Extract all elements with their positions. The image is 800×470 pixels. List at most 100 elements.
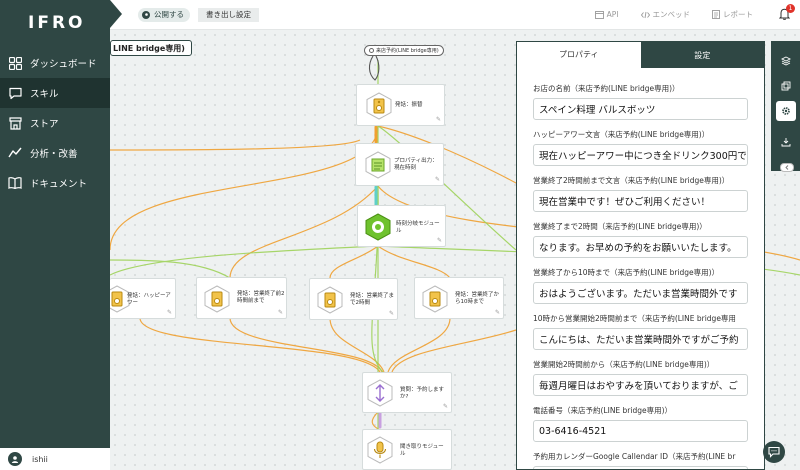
field-calendar-id: 予約用カレンダーGoogle Callendar ID（来店予約(LINE br — [533, 451, 748, 469]
property-output-icon — [365, 151, 391, 179]
calendar-id-input[interactable] — [533, 466, 748, 469]
flow-node-speech[interactable]: 発話：振替 ✎ — [356, 84, 445, 126]
copy-button[interactable] — [776, 76, 796, 96]
node-label: 発話：ハッピーアワー — [127, 293, 171, 306]
speaker-icon — [366, 92, 392, 120]
edit-icon[interactable]: ✎ — [278, 309, 283, 316]
node-label: 聞き取りモジュール — [400, 444, 444, 457]
flow-node-property-output[interactable]: プロパティ出力：現在時刻 ✎ — [355, 143, 444, 186]
sidebar-item-label: ダッシュボード — [30, 59, 97, 70]
copy-icon — [781, 81, 790, 91]
sidebar-item-store[interactable]: ストア — [0, 108, 110, 138]
field-10-to-2h-before-open: 10時から営業開始2時間前まで（来店予約(LINE bridge専用 こんにちは… — [533, 313, 748, 350]
edit-icon[interactable]: ✎ — [436, 116, 441, 123]
field-label: 電話番号（来店予約(LINE bridge専用)） — [533, 406, 673, 415]
phone-input[interactable]: 03-6416-4521 — [533, 420, 748, 442]
sidebar-item-label: 分析・改善 — [30, 149, 78, 160]
flow-node-time-branch[interactable]: 時刻分岐モジュール ✎ — [357, 205, 446, 247]
question-icon — [367, 379, 393, 407]
10-to-2h-before-open-input[interactable]: こんにちは、ただいま営業時間外ですがご予約 — [533, 328, 748, 350]
sidebar-item-dashboard[interactable]: ダッシュボード — [0, 48, 110, 78]
field-after-close-to-10: 営業終了から10時まで（来店予約(LINE bridge専用)） おはようござい… — [533, 267, 748, 304]
tab-settings[interactable]: 設定 — [640, 42, 764, 68]
publish-toggle[interactable]: 公開する — [138, 7, 190, 22]
settings-button[interactable] — [775, 101, 796, 121]
speaker-icon — [204, 285, 230, 313]
sidebar-item-label: ドキュメント — [30, 179, 88, 190]
happy-hour-input[interactable]: 現在ハッピーアワー中につき全ドリンク300円で — [533, 144, 748, 166]
report-label: レポート — [723, 10, 753, 19]
tab-properties[interactable]: プロパティ — [517, 42, 641, 68]
field-label: 営業終了まで2時間（来店予約(LINE bridge専用)） — [533, 222, 707, 231]
sidebar-nav: ダッシュボード スキル ストア 分析・改善 ドキュメント — [0, 48, 110, 198]
sidebar-item-skill[interactable]: スキル — [0, 78, 110, 108]
node-label: プロパティ出力：現在時刻 — [394, 158, 438, 171]
speaker-icon — [317, 286, 343, 314]
node-label: 質問：予約しますか? — [400, 387, 445, 400]
node-label: 発話：営業終了から10時まで — [455, 292, 500, 305]
notification-button[interactable]: 1 — [778, 3, 795, 22]
sidebar-item-analytics[interactable]: 分析・改善 — [0, 138, 110, 168]
embed-label: エンベッド — [652, 10, 691, 19]
field-label: 予約用カレンダーGoogle Callendar ID（来店予約(LINE br — [533, 452, 736, 461]
user-name: ishii — [32, 454, 48, 464]
flow-node-question[interactable]: 質問：予約しますか? ✎ — [362, 372, 452, 413]
flow-node-speech[interactable]: 発話：営業終了前2時間前まで ✎ — [196, 277, 287, 319]
field-label: お店の名前（来店予約(LINE bridge専用)） — [533, 84, 680, 93]
report-icon — [712, 10, 720, 19]
api-link[interactable]: API — [594, 10, 619, 19]
chat-icon — [768, 446, 780, 458]
speaker-icon — [422, 285, 448, 313]
start-node[interactable]: 来店予約(LINE bridge専用) — [364, 45, 444, 56]
time-branch-module-icon — [365, 213, 391, 241]
sidebar-collapse-arrow[interactable] — [110, 0, 122, 28]
code-icon — [640, 11, 650, 18]
after-close-to-10-input[interactable]: おはようございます。ただいま営業時間外です — [533, 282, 748, 304]
chevron-left-icon — [785, 165, 789, 170]
flow-node-listening[interactable]: 聞き取りモジュール — [362, 429, 452, 470]
edit-icon[interactable]: ✎ — [435, 176, 440, 183]
edit-icon[interactable]: ✎ — [495, 309, 500, 316]
from-2h-before-open-input[interactable]: 毎週月曜日はおやすみを頂いておりますが、ご — [533, 374, 748, 396]
export-settings-button[interactable]: 書き出し設定 — [198, 7, 259, 22]
download-icon — [781, 138, 790, 147]
download-button[interactable] — [776, 132, 796, 152]
until-2h-before-close-input[interactable]: 現在営業中です！ぜひご利用ください！ — [533, 190, 748, 212]
field-happy-hour: ハッピーアワー文言（来店予約(LINE bridge専用)） 現在ハッピーアワー… — [533, 129, 748, 166]
layers-button[interactable] — [776, 51, 796, 71]
notification-badge: 1 — [786, 3, 795, 13]
skill-title-badge[interactable]: LINE bridge専用) — [110, 40, 192, 56]
field-label: 10時から営業開始2時間前まで（来店予約(LINE bridge専用 — [533, 314, 736, 323]
api-label: API — [606, 10, 619, 19]
field-from-2h-before-open: 営業開始2時間前から（来店予約(LINE bridge専用)） 毎週月曜日はおや… — [533, 359, 748, 396]
analytics-icon — [8, 146, 22, 160]
store-icon — [8, 116, 22, 130]
flow-node-speech[interactable]: 発話：営業終了まで2時間 ✎ — [309, 278, 398, 320]
sidebar-item-label: ストア — [30, 119, 59, 130]
user-menu[interactable]: ishii — [0, 448, 110, 470]
field-label: 営業終了2時間前まで文言（来店予約(LINE bridge専用)） — [533, 176, 730, 185]
sidebar-item-document[interactable]: ドキュメント — [0, 168, 110, 198]
node-label: 発話：営業終了まで2時間 — [350, 293, 395, 306]
field-label: ハッピーアワー文言（来店予約(LINE bridge専用)） — [533, 130, 710, 139]
embed-link[interactable]: エンベッド — [640, 9, 691, 20]
edit-icon[interactable]: ✎ — [167, 309, 172, 316]
layers-icon — [780, 56, 791, 66]
toolbar-collapse-tab[interactable] — [780, 163, 794, 172]
logo-area: IFRO — [0, 0, 122, 45]
2h-before-close-input[interactable]: なります。お早めの予約をお願いいたします。 — [533, 236, 748, 258]
skill-chat-icon — [8, 86, 22, 100]
edit-icon[interactable]: ✎ — [437, 237, 442, 244]
report-link[interactable]: レポート — [712, 9, 753, 20]
field-shop-name: お店の名前（来店予約(LINE bridge専用)） スペイン料理 バルスボッツ — [533, 83, 748, 120]
node-label: 時刻分岐モジュール — [396, 221, 440, 234]
edit-icon[interactable]: ✎ — [389, 310, 394, 317]
top-bar: 公開する 書き出し設定 API エンベッド レポート 1 — [110, 0, 800, 30]
edit-icon[interactable]: ✎ — [443, 403, 448, 410]
flow-node-speech[interactable]: 発話：ハッピーアワー ✎ — [104, 278, 176, 319]
support-chat-button[interactable] — [763, 441, 785, 463]
flow-node-speech[interactable]: 発話：営業終了から10時まで ✎ — [414, 277, 504, 319]
app-logo[interactable]: IFRO — [28, 13, 85, 33]
shop-name-input[interactable]: スペイン料理 バルスボッツ — [533, 98, 748, 120]
property-panel: プロパティ 設定 お店の名前（来店予約(LINE bridge専用)） スペイン… — [516, 41, 765, 470]
